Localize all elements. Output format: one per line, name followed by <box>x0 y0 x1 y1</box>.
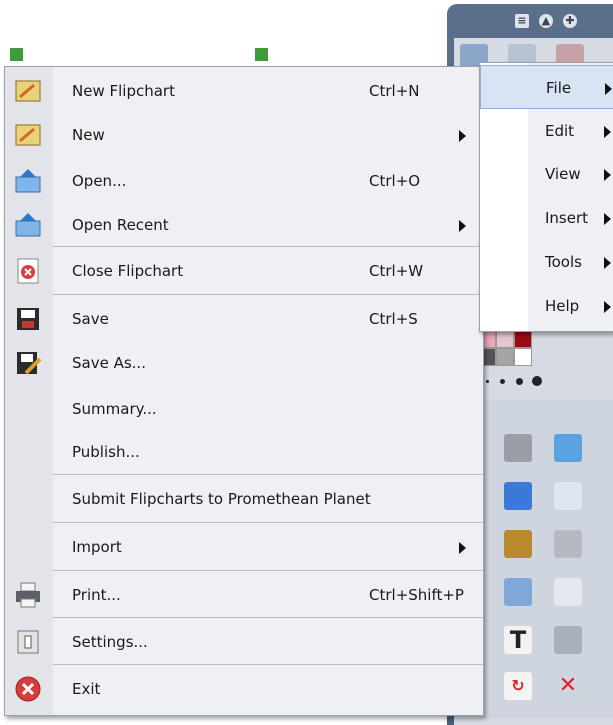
settings-icon <box>14 628 42 656</box>
submenu-arrow-icon <box>459 130 466 142</box>
menu-item-close-flipchart[interactable]: Close Flipchart Ctrl+W <box>5 248 483 294</box>
pointer-icon[interactable] <box>554 626 582 654</box>
menu-item-open-recent[interactable]: Open Recent <box>5 202 483 248</box>
color-swatch[interactable] <box>496 330 514 348</box>
menu-separator <box>53 246 483 247</box>
flipchart-icon <box>14 77 42 105</box>
menu-item-settings[interactable]: Settings... <box>5 619 483 665</box>
duplicate-icon[interactable] <box>554 578 582 606</box>
menu-separator <box>53 570 483 571</box>
color-palette <box>478 330 544 370</box>
selection-handle[interactable] <box>10 48 23 61</box>
menu-insert[interactable]: Insert <box>480 196 613 240</box>
connector-icon[interactable] <box>504 578 532 606</box>
submenu-arrow-icon <box>604 169 611 181</box>
file-menu: New Flipchart Ctrl+N New Open... Ctrl+O … <box>4 66 484 716</box>
submenu-arrow-icon <box>604 126 611 138</box>
submenu-arrow-icon <box>604 213 611 225</box>
menu-item-submit-promethean-planet[interactable]: Submit Flipcharts to Promethean Planet <box>5 476 483 522</box>
close-flipchart-icon <box>14 257 42 285</box>
printer-icon <box>14 581 42 609</box>
menu-separator <box>53 664 483 665</box>
open-icon <box>14 167 42 195</box>
menu-item-print[interactable]: Print... Ctrl+Shift+P <box>5 572 483 618</box>
menu-tools[interactable]: Tools <box>480 240 613 284</box>
marker-icon[interactable] <box>504 482 532 510</box>
color-swatch[interactable] <box>514 348 532 366</box>
menu-item-new[interactable]: New <box>5 112 483 158</box>
refresh-icon[interactable]: ↻ <box>504 672 532 700</box>
menu-view[interactable]: View <box>480 152 613 196</box>
menu-separator <box>53 294 483 295</box>
color-swatch[interactable] <box>514 330 532 348</box>
toolbox-header: ≡ ▲ ✚ <box>447 4 613 38</box>
delete-icon[interactable]: ✕ <box>554 672 582 700</box>
submenu-arrow-icon <box>459 220 466 232</box>
exit-icon <box>14 675 42 703</box>
save-as-icon <box>14 349 42 377</box>
menu-item-summary[interactable]: Summary... <box>5 386 483 432</box>
menu-item-exit[interactable]: Exit <box>5 666 483 712</box>
toolbox-menu-icon[interactable]: ≡ <box>515 14 529 28</box>
menu-item-open[interactable]: Open... Ctrl+O <box>5 158 483 204</box>
menu-separator <box>53 522 483 523</box>
menu-separator <box>53 474 483 475</box>
text-tool-icon[interactable]: T <box>504 626 532 654</box>
submenu-arrow-icon <box>605 83 612 95</box>
tools-icon[interactable] <box>504 434 532 462</box>
tool-grid: T ↻ ✕ <box>482 400 613 718</box>
menu-item-import[interactable]: Import <box>5 524 483 570</box>
fill-bucket-icon[interactable] <box>504 530 532 558</box>
selection-handle[interactable] <box>255 48 268 61</box>
pen-width-dots[interactable] <box>482 376 544 388</box>
menu-edit[interactable]: Edit <box>480 109 613 153</box>
menu-separator <box>53 617 483 618</box>
upload-icon[interactable] <box>554 434 582 462</box>
submenu-arrow-icon <box>604 257 611 269</box>
menu-item-save-as[interactable]: Save As... <box>5 340 483 386</box>
star-shape-icon[interactable] <box>554 530 582 558</box>
save-icon <box>14 305 42 333</box>
color-swatch[interactable] <box>496 348 514 366</box>
menu-item-save[interactable]: Save Ctrl+S <box>5 296 483 342</box>
submenu-arrow-icon <box>459 542 466 554</box>
menu-help[interactable]: Help <box>480 284 613 328</box>
menu-item-publish[interactable]: Publish... <box>5 429 483 475</box>
menu-item-new-flipchart[interactable]: New Flipchart Ctrl+N <box>5 68 483 114</box>
document-icon[interactable] <box>554 482 582 510</box>
main-menu: File Edit View Insert Tools Help <box>479 62 613 332</box>
toolbox-collapse-icon[interactable]: ▲ <box>539 14 553 28</box>
toolbox-pin-icon[interactable]: ✚ <box>563 14 577 28</box>
submenu-arrow-icon <box>604 301 611 313</box>
new-flipchart-icon <box>14 121 42 149</box>
open-recent-icon <box>14 211 42 239</box>
menu-file[interactable]: File <box>480 65 613 109</box>
